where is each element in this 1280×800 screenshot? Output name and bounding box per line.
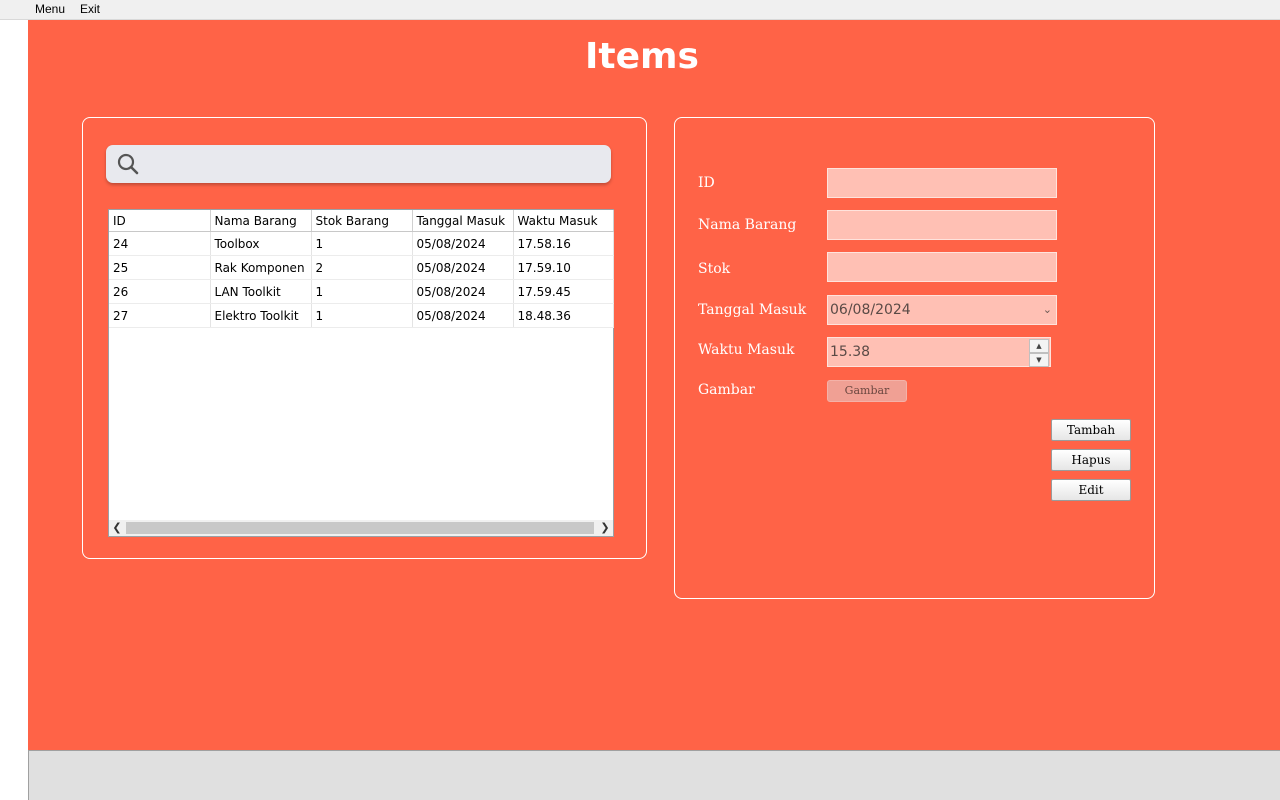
tanggal-masuk-select[interactable]: 06/08/2024 ⌄ [827, 295, 1057, 325]
table-cell: 27 [109, 303, 211, 328]
table-header-row: ID Nama Barang Stok Barang Tanggal Masuk… [109, 210, 614, 232]
table-cell: 17.58.16 [513, 231, 614, 256]
column-header-tanggal-masuk[interactable]: Tanggal Masuk [412, 210, 514, 232]
table-row[interactable]: 25 Rak Komponen 2 05/08/2024 17.59.10 [109, 255, 614, 280]
item-form-panel: ID Nama Barang Stok Tanggal Masuk 06/08/… [674, 117, 1155, 599]
waktu-masuk-label: Waktu Masuk [698, 342, 795, 358]
edit-button[interactable]: Edit [1051, 479, 1131, 501]
search-input[interactable] [106, 145, 611, 183]
main-content: Items ID Nama Barang Stok Barang Tanggal… [28, 20, 1280, 750]
table-cell: 1 [311, 279, 413, 304]
table-cell: 1 [311, 231, 413, 256]
table-row[interactable]: 24 Toolbox 1 05/08/2024 17.58.16 [109, 231, 614, 256]
column-header-waktu-masuk[interactable]: Waktu Masuk [513, 210, 614, 232]
table-cell: Rak Komponen [210, 255, 312, 280]
status-bar [28, 750, 1280, 800]
menu-bar: Menu Exit [0, 0, 1280, 20]
table-cell: 05/08/2024 [412, 279, 514, 304]
table-cell: 17.59.10 [513, 255, 614, 280]
table-cell: Elektro Toolkit [210, 303, 312, 328]
table-cell: 1 [311, 303, 413, 328]
waktu-masuk-value: 15.38 [830, 344, 871, 360]
menu-item-menu[interactable]: Menu [35, 2, 65, 16]
waktu-masuk-spinner[interactable]: 15.38 ▲ ▼ [827, 337, 1051, 367]
column-header-nama-barang[interactable]: Nama Barang [210, 210, 312, 232]
gambar-label: Gambar [698, 382, 755, 398]
items-table[interactable]: ID Nama Barang Stok Barang Tanggal Masuk… [108, 209, 614, 537]
page-title: Items [585, 36, 699, 77]
spinner-up-icon[interactable]: ▲ [1029, 339, 1049, 353]
gambar-button[interactable]: Gambar [827, 380, 907, 402]
id-label: ID [698, 175, 715, 191]
column-header-stok-barang[interactable]: Stok Barang [311, 210, 413, 232]
table-row[interactable]: 27 Elektro Toolkit 1 05/08/2024 18.48.36 [109, 303, 614, 328]
table-cell: 18.48.36 [513, 303, 614, 328]
nama-barang-field[interactable] [827, 210, 1057, 240]
id-field[interactable] [827, 168, 1057, 198]
spinner-down-icon[interactable]: ▼ [1029, 353, 1049, 367]
table-cell: 24 [109, 231, 211, 256]
spinner-buttons: ▲ ▼ [1029, 339, 1049, 367]
chevron-down-icon: ⌄ [1042, 303, 1052, 316]
table-cell: 26 [109, 279, 211, 304]
table-cell: Toolbox [210, 231, 312, 256]
table-cell: 05/08/2024 [412, 255, 514, 280]
tanggal-masuk-label: Tanggal Masuk [698, 302, 807, 318]
table-cell: 2 [311, 255, 413, 280]
nama-barang-label: Nama Barang [698, 217, 797, 233]
table-cell: 05/08/2024 [412, 303, 514, 328]
table-row[interactable]: 26 LAN Toolkit 1 05/08/2024 17.59.45 [109, 279, 614, 304]
scroll-right-icon[interactable]: ❯ [597, 520, 613, 536]
table-cell: 25 [109, 255, 211, 280]
scrollbar-thumb[interactable] [126, 522, 594, 534]
table-cell: 17.59.45 [513, 279, 614, 304]
hapus-button[interactable]: Hapus [1051, 449, 1131, 471]
table-cell: LAN Toolkit [210, 279, 312, 304]
stok-label: Stok [698, 261, 731, 277]
tanggal-masuk-value: 06/08/2024 [830, 302, 911, 318]
tambah-button[interactable]: Tambah [1051, 419, 1131, 441]
stok-field[interactable] [827, 252, 1057, 282]
horizontal-scrollbar[interactable]: ❮ ❯ [109, 520, 613, 536]
menu-item-exit[interactable]: Exit [80, 2, 100, 16]
scroll-left-icon[interactable]: ❮ [109, 520, 125, 536]
column-header-id[interactable]: ID [109, 210, 211, 232]
table-cell: 05/08/2024 [412, 231, 514, 256]
items-list-panel: ID Nama Barang Stok Barang Tanggal Masuk… [82, 117, 647, 559]
